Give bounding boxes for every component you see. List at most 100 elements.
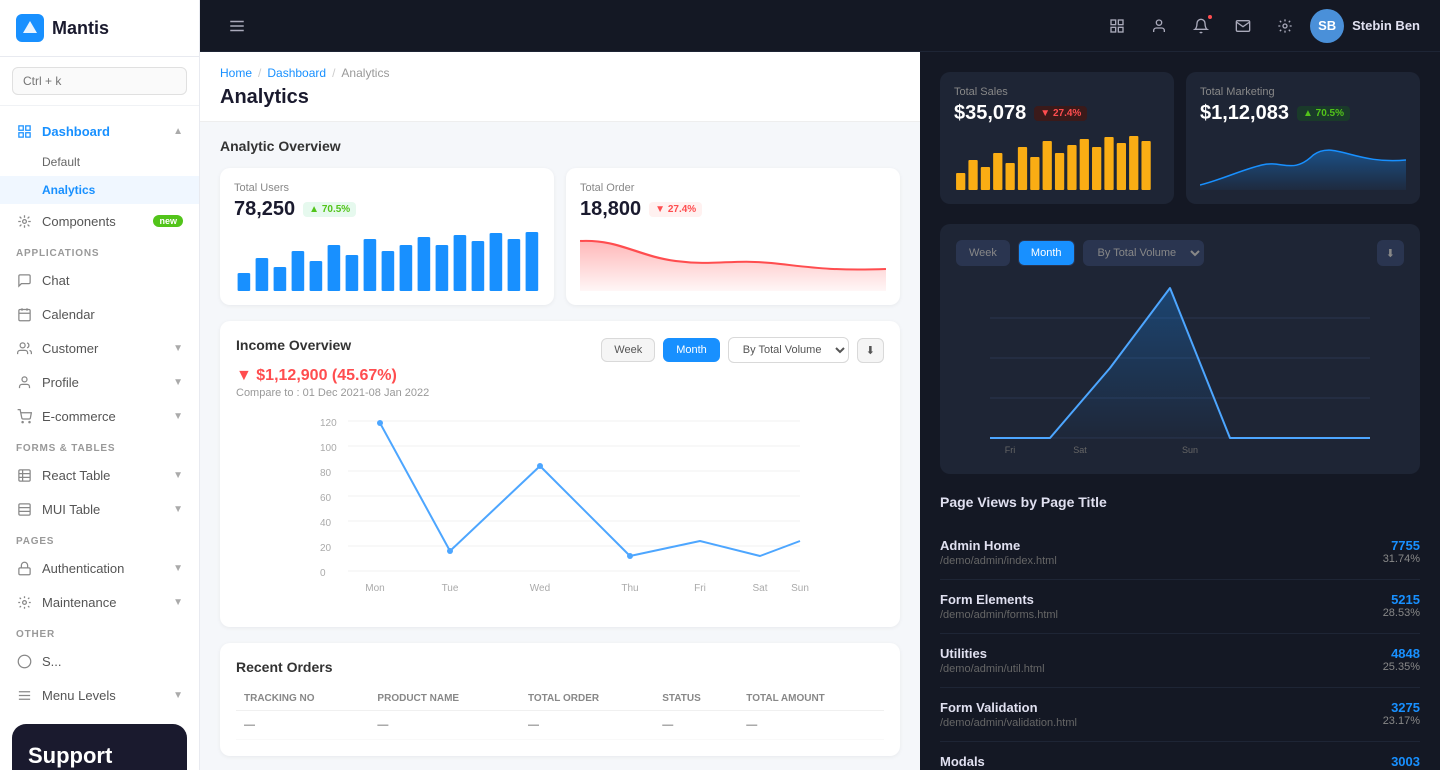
- sidebar-item-components[interactable]: Components new: [0, 204, 199, 238]
- month-button[interactable]: Month: [663, 338, 720, 362]
- ecommerce-label: E-commerce: [42, 409, 116, 424]
- sidebar-item-calendar[interactable]: Calendar: [0, 297, 199, 331]
- income-controls: Week Month By Total Volume ⬇: [601, 337, 884, 363]
- dark-volume-select[interactable]: By Total Volume: [1083, 240, 1204, 266]
- react-table-chevron: ▼: [173, 470, 183, 481]
- income-overview-section: Income Overview Week Month By Total Volu…: [200, 321, 920, 643]
- search-input[interactable]: [12, 67, 187, 95]
- page-views-section: Page Views by Page Title Admin Home /dem…: [940, 494, 1420, 770]
- sidebar-item-chat[interactable]: Chat: [0, 263, 199, 297]
- sidebar-item-react-table[interactable]: React Table ▼: [0, 458, 199, 492]
- sidebar-nav: Dashboard ▲ Default Analytics Components…: [0, 106, 199, 770]
- analytics-label: Analytics: [42, 183, 95, 197]
- pv-path-1: /demo/admin/forms.html: [940, 609, 1058, 621]
- pv-right-2: 4848 25.35%: [1383, 646, 1420, 673]
- logo-container: Mantis: [0, 0, 199, 57]
- breadcrumb-dashboard[interactable]: Dashboard: [267, 66, 326, 80]
- auth-icon: [16, 560, 32, 576]
- cell-amount: —: [738, 711, 884, 740]
- avatar[interactable]: SB: [1310, 9, 1344, 43]
- menu-levels-label: Menu Levels: [42, 688, 116, 703]
- svg-text:Fri: Fri: [1005, 445, 1016, 455]
- pv-item-1: Form Elements /demo/admin/forms.html 521…: [940, 580, 1420, 634]
- dark-chart-controls: Week Month By Total Volume ⬇: [956, 240, 1404, 266]
- react-table-label: React Table: [42, 468, 110, 483]
- dark-income-chart: Week Month By Total Volume ⬇: [940, 224, 1420, 474]
- pv-info-1: Form Elements /demo/admin/forms.html: [940, 592, 1058, 621]
- breadcrumb-current: Analytics: [341, 66, 389, 80]
- other-label: Other: [0, 619, 199, 644]
- stat-label-orders: Total Order: [580, 182, 886, 194]
- menu-levels-chevron: ▼: [173, 690, 183, 701]
- support-title: Support: [28, 742, 171, 770]
- svg-text:60: 60: [320, 493, 332, 504]
- menu-levels-icon: [16, 687, 32, 703]
- sidebar-item-analytics[interactable]: Analytics: [0, 176, 199, 204]
- sidebar-item-mui-table[interactable]: MUI Table ▼: [0, 492, 199, 526]
- components-icon: [16, 213, 32, 229]
- pv-path-0: /demo/admin/index.html: [940, 555, 1057, 567]
- dark-stat-value-sales: $35,078: [954, 102, 1026, 125]
- stat-card-orders: Total Order 18,800 ▼ 27.4%: [566, 168, 900, 305]
- user-settings-button[interactable]: [1142, 9, 1176, 43]
- maintenance-chevron: ▼: [173, 597, 183, 608]
- breadcrumb-home[interactable]: Home: [220, 66, 252, 80]
- apps-button[interactable]: [1100, 9, 1134, 43]
- mui-table-chevron: ▼: [173, 504, 183, 515]
- svg-text:Wed: Wed: [530, 583, 550, 594]
- sidebar-item-customer[interactable]: Customer ▼: [0, 331, 199, 365]
- pv-path-3: /demo/admin/validation.html: [940, 717, 1077, 729]
- dark-week-button[interactable]: Week: [956, 240, 1010, 266]
- dark-download-button[interactable]: ⬇: [1377, 240, 1404, 266]
- sidebar-item-authentication[interactable]: Authentication ▼: [0, 551, 199, 585]
- sidebar-item-menu-levels[interactable]: Menu Levels ▼: [0, 678, 199, 712]
- cell-order: —: [520, 711, 654, 740]
- sidebar-item-sample[interactable]: S...: [0, 644, 199, 678]
- left-panel: Home / Dashboard / Analytics Analytics A…: [200, 52, 920, 770]
- sales-bar-chart: [954, 135, 1160, 190]
- pv-name-4: Modals: [940, 754, 1066, 769]
- users-bar-chart: [234, 231, 540, 291]
- pv-count-0: 7755: [1383, 538, 1420, 553]
- sidebar-item-dashboard[interactable]: Dashboard ▲: [0, 114, 199, 148]
- income-amount: ▼ $1,12,900 (45.67%): [236, 367, 884, 385]
- customer-label: Customer: [42, 341, 98, 356]
- notifications-button[interactable]: [1184, 9, 1218, 43]
- main-area: SB Stebin Ben Home / Dashboard / Analyti…: [200, 0, 1440, 770]
- hamburger-button[interactable]: [220, 9, 254, 43]
- download-button[interactable]: ⬇: [857, 338, 884, 363]
- components-label: Components: [42, 214, 116, 229]
- dark-stat-badge-marketing: ▲ 70.5%: [1297, 106, 1350, 121]
- sidebar-item-default[interactable]: Default: [0, 148, 199, 176]
- svg-text:0: 0: [320, 568, 326, 579]
- pages-label: Pages: [0, 526, 199, 551]
- settings-button[interactable]: [1268, 9, 1302, 43]
- week-button[interactable]: Week: [601, 338, 655, 362]
- stat-label-users: Total Users: [234, 182, 540, 194]
- applications-label: Applications: [0, 238, 199, 263]
- sidebar-item-profile[interactable]: Profile ▼: [0, 365, 199, 399]
- dashboard-chevron: ▲: [173, 126, 183, 137]
- mui-table-icon: [16, 501, 32, 517]
- stat-value-row-users: 78,250 ▲ 70.5%: [234, 198, 540, 221]
- sidebar-item-maintenance[interactable]: Maintenance ▼: [0, 585, 199, 619]
- dark-stat-value-row-sales: $35,078 ▼ 27.4%: [954, 102, 1160, 125]
- default-label: Default: [42, 155, 80, 169]
- volume-select[interactable]: By Total Volume: [728, 337, 849, 363]
- svg-text:Sun: Sun: [1182, 445, 1198, 455]
- pv-count-1: 5215: [1383, 592, 1420, 607]
- calendar-label: Calendar: [42, 307, 95, 322]
- right-panel: Total Sales $35,078 ▼ 27.4%: [920, 52, 1440, 770]
- sidebar-item-ecommerce[interactable]: E-commerce ▼: [0, 399, 199, 433]
- analytic-overview-title: Analytic Overview: [220, 138, 900, 154]
- table-row: — — — — —: [236, 711, 884, 740]
- pv-info-4: Modals /demo/admin/modals.html: [940, 754, 1066, 770]
- customer-icon: [16, 340, 32, 356]
- sidebar: Mantis Dashboard ▲ Default Analytics Com…: [0, 0, 200, 770]
- messages-button[interactable]: [1226, 9, 1260, 43]
- profile-chevron: ▼: [173, 377, 183, 388]
- recent-orders-section: Recent Orders TRACKING NO PRODUCT NAME T…: [200, 643, 920, 770]
- pv-pct-0: 31.74%: [1383, 553, 1420, 565]
- page-views-title: Page Views by Page Title: [940, 494, 1420, 510]
- dark-month-button[interactable]: Month: [1018, 240, 1075, 266]
